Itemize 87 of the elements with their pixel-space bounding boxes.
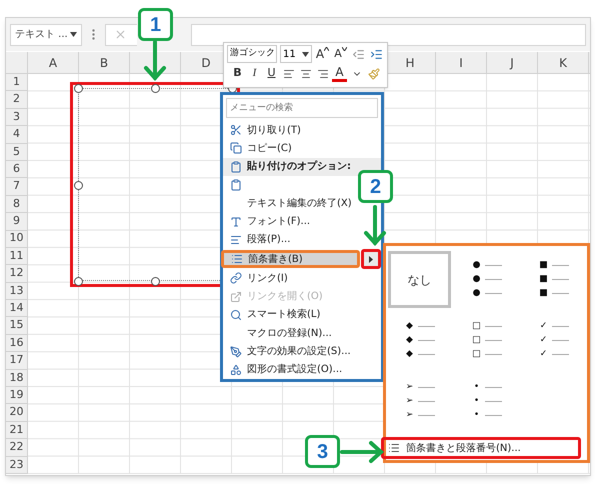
caret-icon	[324, 46, 330, 50]
row-number[interactable]: 22	[6, 439, 28, 457]
caret-icon	[70, 32, 77, 37]
font-size-field[interactable]: 11	[280, 45, 312, 63]
align-center-icon	[300, 68, 312, 80]
row-number[interactable]: 12	[6, 265, 28, 283]
caret-icon	[342, 46, 347, 50]
scissors-icon	[230, 124, 242, 136]
row-number[interactable]: 23	[6, 456, 28, 474]
menu-item[interactable]: 切り取り(T)	[223, 120, 303, 140]
letter-icon	[230, 216, 242, 228]
bullet-style[interactable]: ➢ ➢ ➢	[388, 373, 451, 430]
bold-button[interactable]: B	[230, 65, 245, 82]
row-number[interactable]: 3	[6, 108, 28, 126]
bullets-and-numbering-item[interactable]: 箇条書きと段落番号(N)...	[381, 437, 581, 459]
bullet-style[interactable]: ■ ■ ■	[522, 251, 585, 308]
font-name-field[interactable]: 游ゴシック	[227, 45, 277, 63]
menu-item[interactable]: スマート検索(L)	[223, 306, 322, 324]
row-number[interactable]: 19	[6, 387, 28, 404]
callout-number: 3	[305, 435, 340, 468]
arrow	[363, 205, 387, 247]
outdent-icon	[352, 48, 365, 60]
menu-item[interactable]: 段落(P)...	[223, 230, 292, 250]
row-number[interactable]: 4	[6, 126, 28, 144]
align-right-icon	[316, 68, 328, 80]
menu-item[interactable]: テキスト編集の終了(X)	[223, 194, 354, 212]
column-header[interactable]: A	[28, 52, 79, 73]
row-number[interactable]: 20	[6, 404, 28, 422]
grow-font-button[interactable]: A	[315, 46, 330, 62]
pen-icon	[230, 346, 242, 358]
more-icon	[92, 29, 95, 40]
menu-item[interactable]: 箇条書き(B)	[221, 250, 360, 268]
search-icon	[230, 308, 242, 321]
search-field[interactable]: メニューの検索	[226, 98, 378, 118]
shapes-icon	[230, 364, 242, 376]
row-number[interactable]: 6	[6, 160, 28, 178]
bullet-style[interactable]: □ □ □	[455, 312, 518, 369]
arrow	[340, 440, 384, 464]
clipboard-icon	[230, 179, 242, 192]
name-box[interactable]: テキスト ...	[10, 24, 82, 46]
row-number[interactable]: 5	[6, 144, 28, 161]
row-number[interactable]: 10	[6, 230, 28, 248]
row-number[interactable]: 7	[6, 178, 28, 196]
row-number[interactable]: 9	[6, 213, 28, 231]
link-icon	[230, 272, 242, 284]
callout-number: 2	[358, 170, 393, 203]
row-number[interactable]: 15	[6, 317, 28, 335]
menu-item[interactable]: 文字の効果の設定(S)...	[223, 342, 353, 361]
menu-item[interactable]: コピー(C)	[223, 139, 294, 158]
row-number[interactable]: 13	[6, 282, 28, 300]
font-color-button[interactable]: A	[332, 65, 347, 82]
open-link-icon	[230, 290, 242, 303]
row-number[interactable]: 1	[6, 74, 28, 92]
row-number[interactable]: 21	[6, 422, 28, 440]
menu-header: 貼り付けのオプション:	[223, 158, 381, 176]
align-left-icon	[282, 68, 294, 80]
column-header[interactable]: J	[487, 52, 538, 73]
row-number[interactable]: 2	[6, 91, 28, 109]
italic-button[interactable]: I	[247, 65, 262, 82]
underline-button[interactable]: U	[264, 65, 279, 82]
bullet-style[interactable]: ◆ ◆ ◆	[388, 312, 451, 369]
paintbrush-icon	[368, 68, 380, 80]
column-header[interactable]: K	[538, 52, 589, 73]
row-number[interactable]: 11	[6, 248, 28, 266]
bullet-style[interactable]: ● ● ●	[455, 251, 518, 308]
formula-input[interactable]	[191, 24, 586, 46]
indent-icon	[370, 48, 383, 60]
row-number[interactable]: 8	[6, 196, 28, 214]
row-number[interactable]: 17	[6, 352, 28, 370]
callout-number: 1	[138, 8, 173, 41]
clipboard-icon	[230, 160, 242, 173]
row-number[interactable]: 16	[6, 334, 28, 352]
menu-item[interactable]: 図形の書式設定(O)...	[223, 360, 344, 379]
arrow	[143, 40, 167, 82]
menu-item[interactable]: リンク(I)	[223, 269, 290, 288]
column-header[interactable]: B	[79, 52, 130, 73]
menu-item[interactable]: フォント(F)...	[223, 212, 312, 231]
menu-item[interactable]: マクロの登録(N)...	[223, 324, 334, 342]
shrink-font-button[interactable]: A	[333, 46, 348, 62]
bullet-style[interactable]: ✓ ✓ ✓	[522, 312, 585, 369]
copy-icon	[230, 142, 242, 154]
bullet-style[interactable]: なし	[388, 251, 451, 308]
bullet-style[interactable]: • • •	[455, 373, 518, 430]
column-header[interactable]: I	[436, 52, 487, 73]
row-number[interactable]: 14	[6, 300, 28, 318]
paragraph-icon	[230, 234, 242, 246]
row-number[interactable]: 18	[6, 370, 28, 388]
